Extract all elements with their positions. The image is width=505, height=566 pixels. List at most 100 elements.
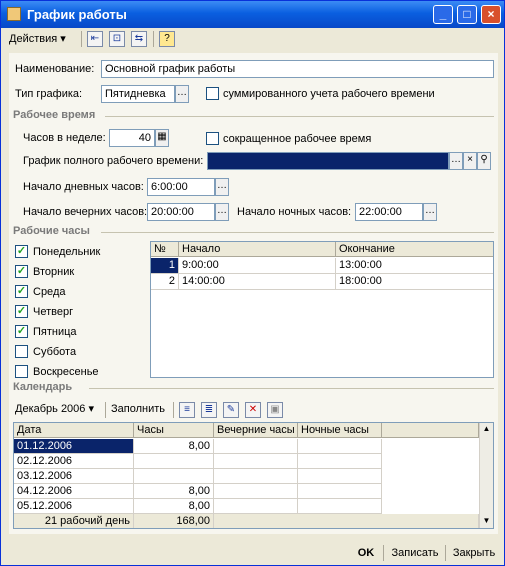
day-start-label: Начало дневных часов: <box>23 181 144 193</box>
add-row-icon[interactable]: ≡ <box>179 402 195 418</box>
night-start-field[interactable]: 22:00:00 <box>355 203 423 221</box>
fill-button[interactable]: Заполнить <box>111 400 165 418</box>
choose-icon[interactable]: ⊡ <box>109 31 125 47</box>
hours-table[interactable]: № Начало Окончание 1 9:00:00 13:00:00 2 14:0… <box>150 241 494 378</box>
type-field[interactable]: Пятидневка <box>101 85 175 103</box>
table-cell[interactable] <box>134 454 214 469</box>
weekday-checkbox[interactable]: ✓ <box>15 325 28 338</box>
column-header[interactable]: Вечерние часы <box>214 423 298 438</box>
minimize-button[interactable]: _ <box>433 5 453 24</box>
night-start-select-button[interactable]: … <box>423 203 437 221</box>
table-cell[interactable]: 13:00:00 <box>336 258 493 274</box>
weekday-label: Вторник <box>33 266 75 278</box>
button-separator <box>383 545 384 561</box>
weekday-checkbox[interactable]: ✓ <box>15 245 28 258</box>
copy-row-icon[interactable]: ≣ <box>201 402 217 418</box>
day-start-field[interactable]: 6:00:00 <box>147 178 215 196</box>
table-cell[interactable]: 04.12.2006 <box>14 484 134 499</box>
edit-row-icon[interactable]: ✎ <box>223 402 239 418</box>
maximize-button[interactable]: □ <box>457 5 477 24</box>
short-time-checkbox[interactable] <box>206 132 219 145</box>
column-header[interactable]: Начало <box>179 242 336 257</box>
calculator-icon[interactable]: ▦ <box>155 129 169 147</box>
section-divider <box>101 232 494 233</box>
search-icon[interactable]: ⚲ <box>477 152 491 170</box>
table-cell[interactable]: 8,00 <box>134 439 214 454</box>
weekday-checkbox[interactable]: ✓ <box>15 285 28 298</box>
eve-start-select-button[interactable]: … <box>215 203 229 221</box>
weekday-checkbox[interactable]: ✓ <box>15 265 28 278</box>
title-bar[interactable]: График работы _ □ × <box>1 1 504 28</box>
calendar-table[interactable]: Дата Часы Вечерние часы Ночные часы 01.1… <box>13 422 494 529</box>
table-cell[interactable]: 05.12.2006 <box>14 499 134 514</box>
scroll-up-icon[interactable]: ▲ <box>480 424 493 433</box>
column-header <box>382 423 479 438</box>
actions-label: Действия <box>9 33 58 45</box>
section-divider <box>105 116 494 117</box>
footer-blank <box>214 514 479 528</box>
type-select-button[interactable]: … <box>175 85 189 103</box>
eve-start-label: Начало вечерних часов: <box>23 206 148 218</box>
arrow-left-icon[interactable]: ⇤ <box>87 31 103 47</box>
close-button[interactable]: Закрыть <box>449 544 499 562</box>
section-workhours: Рабочие часы <box>13 225 90 237</box>
eve-start-field[interactable]: 20:00:00 <box>147 203 215 221</box>
close-window-button[interactable]: × <box>481 5 501 24</box>
table-cell[interactable]: 18:00:00 <box>336 274 493 290</box>
actions-menu[interactable]: Действия ▾ <box>9 30 66 48</box>
column-header[interactable]: Дата <box>14 423 134 438</box>
full-schedule-select-button[interactable]: … <box>449 152 463 170</box>
table-cell[interactable]: 2 <box>151 274 179 290</box>
table-cell[interactable] <box>298 454 382 469</box>
weekday-checkbox[interactable] <box>15 365 28 378</box>
weekday-checkbox[interactable] <box>15 345 28 358</box>
full-schedule-field[interactable] <box>207 152 449 170</box>
end-edit-icon[interactable]: ▣ <box>267 402 283 418</box>
table-cell[interactable] <box>214 439 298 454</box>
scrollbar[interactable] <box>479 423 493 528</box>
delete-row-icon[interactable]: ✕ <box>245 402 261 418</box>
full-schedule-label: График полного рабочего времени: <box>23 155 204 167</box>
hours-label: Часов в неделе: <box>23 132 106 144</box>
month-selector[interactable]: Декабрь 2006 ▾ <box>15 400 94 418</box>
short-time-label: сокращенное рабочее время <box>223 133 372 145</box>
clear-icon[interactable]: × <box>463 152 477 170</box>
table-cell[interactable]: 8,00 <box>134 499 214 514</box>
table-cell[interactable]: 8,00 <box>134 484 214 499</box>
table-cell[interactable]: 9:00:00 <box>179 258 336 274</box>
table-cell[interactable]: 01.12.2006 <box>14 439 134 454</box>
table-cell[interactable] <box>214 454 298 469</box>
window-title: График работы <box>27 7 127 22</box>
scroll-down-icon[interactable]: ▼ <box>480 516 493 525</box>
hours-field[interactable]: 40 <box>109 129 155 147</box>
ok-button[interactable]: OK <box>353 544 379 562</box>
summ-checkbox[interactable] <box>206 87 219 100</box>
toolbar-separator <box>81 31 82 47</box>
day-start-select-button[interactable]: … <box>215 178 229 196</box>
refresh-icon[interactable]: ⇆ <box>131 31 147 47</box>
help-icon[interactable]: ? <box>159 31 175 47</box>
table-cell[interactable]: 14:00:00 <box>179 274 336 290</box>
table-cell[interactable]: 1 <box>151 258 179 274</box>
column-header[interactable]: Окончание <box>336 242 493 257</box>
toolbar-separator <box>105 402 106 418</box>
table-cell[interactable]: 03.12.2006 <box>14 469 134 484</box>
table-cell[interactable] <box>298 469 382 484</box>
table-cell[interactable] <box>214 499 298 514</box>
weekday-label: Четверг <box>33 306 74 318</box>
table-cell[interactable] <box>298 439 382 454</box>
table-cell[interactable] <box>134 469 214 484</box>
column-header[interactable]: Часы <box>134 423 214 438</box>
save-button[interactable]: Записать <box>387 544 443 562</box>
weekday-label: Понедельник <box>33 246 101 258</box>
table-cell[interactable]: 02.12.2006 <box>14 454 134 469</box>
table-cell[interactable] <box>298 499 382 514</box>
column-header[interactable]: № <box>151 242 179 257</box>
type-label: Тип графика: <box>15 88 83 100</box>
column-header[interactable]: Ночные часы <box>298 423 382 438</box>
table-cell[interactable] <box>214 469 298 484</box>
table-cell[interactable] <box>214 484 298 499</box>
weekday-checkbox[interactable]: ✓ <box>15 305 28 318</box>
name-field[interactable]: Основной график работы <box>101 60 494 78</box>
table-cell[interactable] <box>298 484 382 499</box>
